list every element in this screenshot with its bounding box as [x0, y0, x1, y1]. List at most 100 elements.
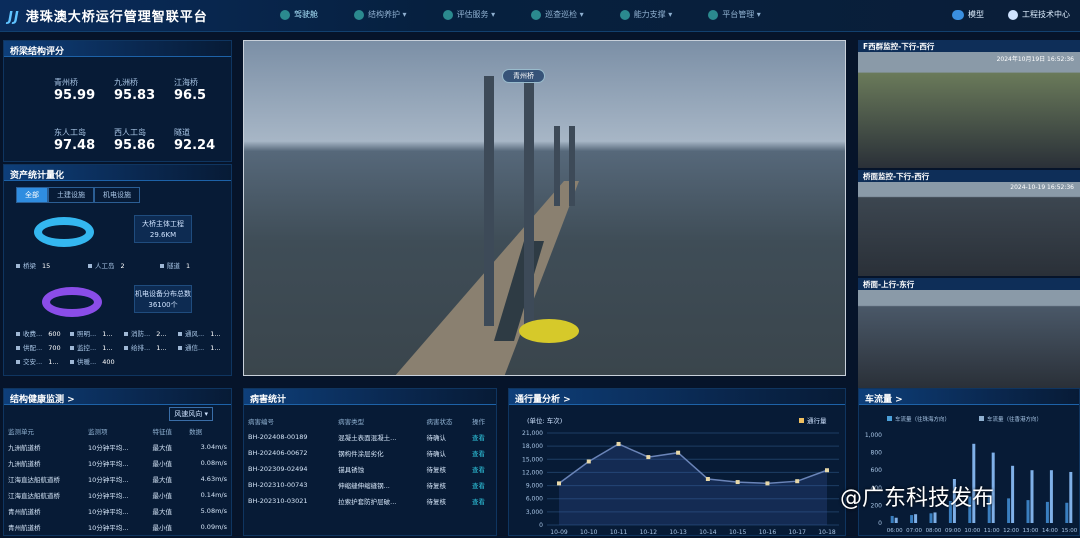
score-label: 青州桥 [54, 78, 78, 87]
table-row: BH-202406-00672 钢构件涂层劣化 待确认 查看 [244, 445, 496, 461]
score-card: 东人工岛 97.48 [54, 127, 114, 153]
legend-label: 车流量（往香港方向） [987, 415, 1042, 423]
data-point[interactable] [705, 477, 710, 481]
bar[interactable] [1007, 498, 1011, 523]
data-point[interactable] [825, 468, 829, 473]
data-point[interactable] [616, 441, 621, 446]
score-value: 96.5 [174, 88, 207, 103]
view-link[interactable]: 查看 [468, 493, 496, 509]
asset-tab[interactable]: 全部 [16, 187, 48, 203]
bar[interactable] [1065, 502, 1069, 523]
asset-tab[interactable]: 机电设施 [94, 187, 140, 203]
location-tag[interactable]: 青州桥 [502, 69, 545, 83]
view-link[interactable]: 查看 [468, 477, 496, 493]
table-cell: 青州航道桥 [8, 508, 41, 516]
legend-value: 1... [102, 330, 113, 338]
app-title: JJ 港珠澳大桥运行管理智联平台 [8, 10, 208, 25]
table-cell: 3.04m/s [200, 443, 227, 451]
score-label: 江海桥 [174, 78, 198, 87]
bar[interactable] [1069, 471, 1073, 523]
bar[interactable] [933, 512, 937, 523]
view-link[interactable]: 查看 [468, 429, 496, 445]
nav-item[interactable]: 评估服务 ▾ [442, 9, 495, 20]
bar[interactable] [1030, 470, 1034, 523]
y-tick-label: 6,000 [526, 496, 543, 503]
panel-title: 资产统计量化 [4, 165, 231, 181]
view-link[interactable]: 查看 [468, 461, 496, 477]
legend-label: 通风... [185, 330, 205, 338]
table-cell: 待复核 [426, 498, 447, 506]
table-row: 青州航道桥 10分钟平均... 最大值 5.08m/s [4, 503, 231, 519]
nav-item[interactable]: 能力支撑 ▾ [619, 9, 672, 20]
bar[interactable] [1011, 465, 1015, 523]
title-text: 通行量分析 [515, 395, 561, 405]
equipment-count-box: 机电设备分布总数 36100个 [134, 285, 192, 313]
nav-icon [280, 9, 290, 20]
x-tick-label: 14:00 [1042, 528, 1058, 534]
data-point[interactable] [765, 481, 770, 486]
nav-item[interactable]: 结构养护 ▾ [354, 9, 407, 20]
data-point[interactable] [646, 455, 651, 460]
table-cell: 待确认 [426, 450, 447, 458]
camera-feed[interactable]: 桥面监控-下行-西行 2024-10-19 16:52:36 [858, 170, 1080, 276]
nav-item[interactable]: 平台管理 ▾ [708, 9, 761, 20]
panel-title: 病害统计 [244, 389, 496, 405]
panel-title: 通行量分析 > [509, 389, 845, 405]
data-point[interactable] [795, 479, 800, 484]
bar[interactable] [929, 513, 933, 523]
nav-item[interactable]: 巡查巡检 ▾ [531, 9, 584, 20]
x-tick-label: 06:00 [887, 528, 903, 534]
legend-value: 1... [210, 330, 221, 338]
bar[interactable] [1045, 501, 1049, 523]
legend-label: 桥梁 [23, 262, 36, 270]
x-tick-label: 10-11 [610, 529, 628, 535]
nav-label: 平台管理 [722, 10, 755, 19]
bar[interactable] [914, 514, 918, 523]
x-tick-label: 09:00 [945, 528, 961, 534]
camera-feed[interactable]: 桥面-上行-东行 [858, 278, 1080, 388]
legend-swatch [70, 360, 74, 364]
nav-label: 能力支撑 [633, 10, 666, 19]
camera-feed[interactable]: F西群监控-下行-西行 2024年10月19日 16:52:36 [858, 40, 1080, 168]
asset-tab[interactable]: 土建设施 [48, 187, 94, 203]
y-tick-label: 800 [871, 450, 883, 457]
legend-swatch [124, 346, 128, 350]
camera-title: 桥面监控-下行-西行 [858, 170, 1080, 182]
score-value: 97.48 [54, 138, 96, 153]
user-menu[interactable]: 工程技术中心 [1008, 9, 1070, 20]
bar[interactable] [894, 517, 898, 523]
table-cell: BH-202309-02494 [248, 465, 308, 473]
table-cell: 最大值 [152, 508, 173, 516]
bar[interactable] [890, 515, 894, 523]
nav-label: 评估服务 [456, 10, 489, 19]
x-tick-label: 10-14 [699, 529, 717, 535]
table-row: BH-202408-00189 混凝土表面混凝土... 待确认 查看 [244, 429, 496, 445]
legend-label: 监控... [77, 344, 97, 352]
data-point[interactable] [586, 459, 591, 464]
traffic-analysis-panel: 通行量分析 > (单位: 车次) 通行量 0 3,000 6,000 9,000 12,00… [508, 388, 846, 536]
table-cell: BH-202406-00672 [248, 449, 308, 457]
bar[interactable] [1049, 470, 1053, 523]
legend-item: 交安... 1... [16, 356, 59, 366]
table-cell: 10分钟平均... [87, 460, 129, 468]
legend-label: 交安... [23, 358, 43, 366]
score-label: 西人工岛 [114, 128, 146, 137]
table-cell: 10分钟平均... [87, 508, 129, 516]
model-button[interactable]: 模型 [952, 9, 984, 20]
nav-item[interactable]: 驾驶舱 [280, 9, 318, 20]
legend-item: 隧道 1 [160, 260, 190, 270]
y-tick-label: 3,000 [526, 509, 543, 516]
x-tick-label: 10-09 [550, 529, 568, 535]
legend-swatch [16, 346, 20, 350]
bar[interactable] [910, 515, 914, 523]
x-tick-label: 13:00 [1023, 528, 1039, 534]
monitor-type-select[interactable]: 风速风向 ▾ [169, 407, 213, 421]
view-link[interactable]: 查看 [468, 445, 496, 461]
data-point[interactable] [676, 450, 681, 455]
bridge-3d-view[interactable]: 青州桥 [243, 40, 846, 376]
data-point[interactable] [557, 481, 561, 486]
bar[interactable] [1026, 500, 1030, 523]
data-point[interactable] [735, 480, 740, 485]
legend-label: 消防... [131, 330, 151, 338]
box-label: 机电设备分布总数 [135, 290, 191, 298]
